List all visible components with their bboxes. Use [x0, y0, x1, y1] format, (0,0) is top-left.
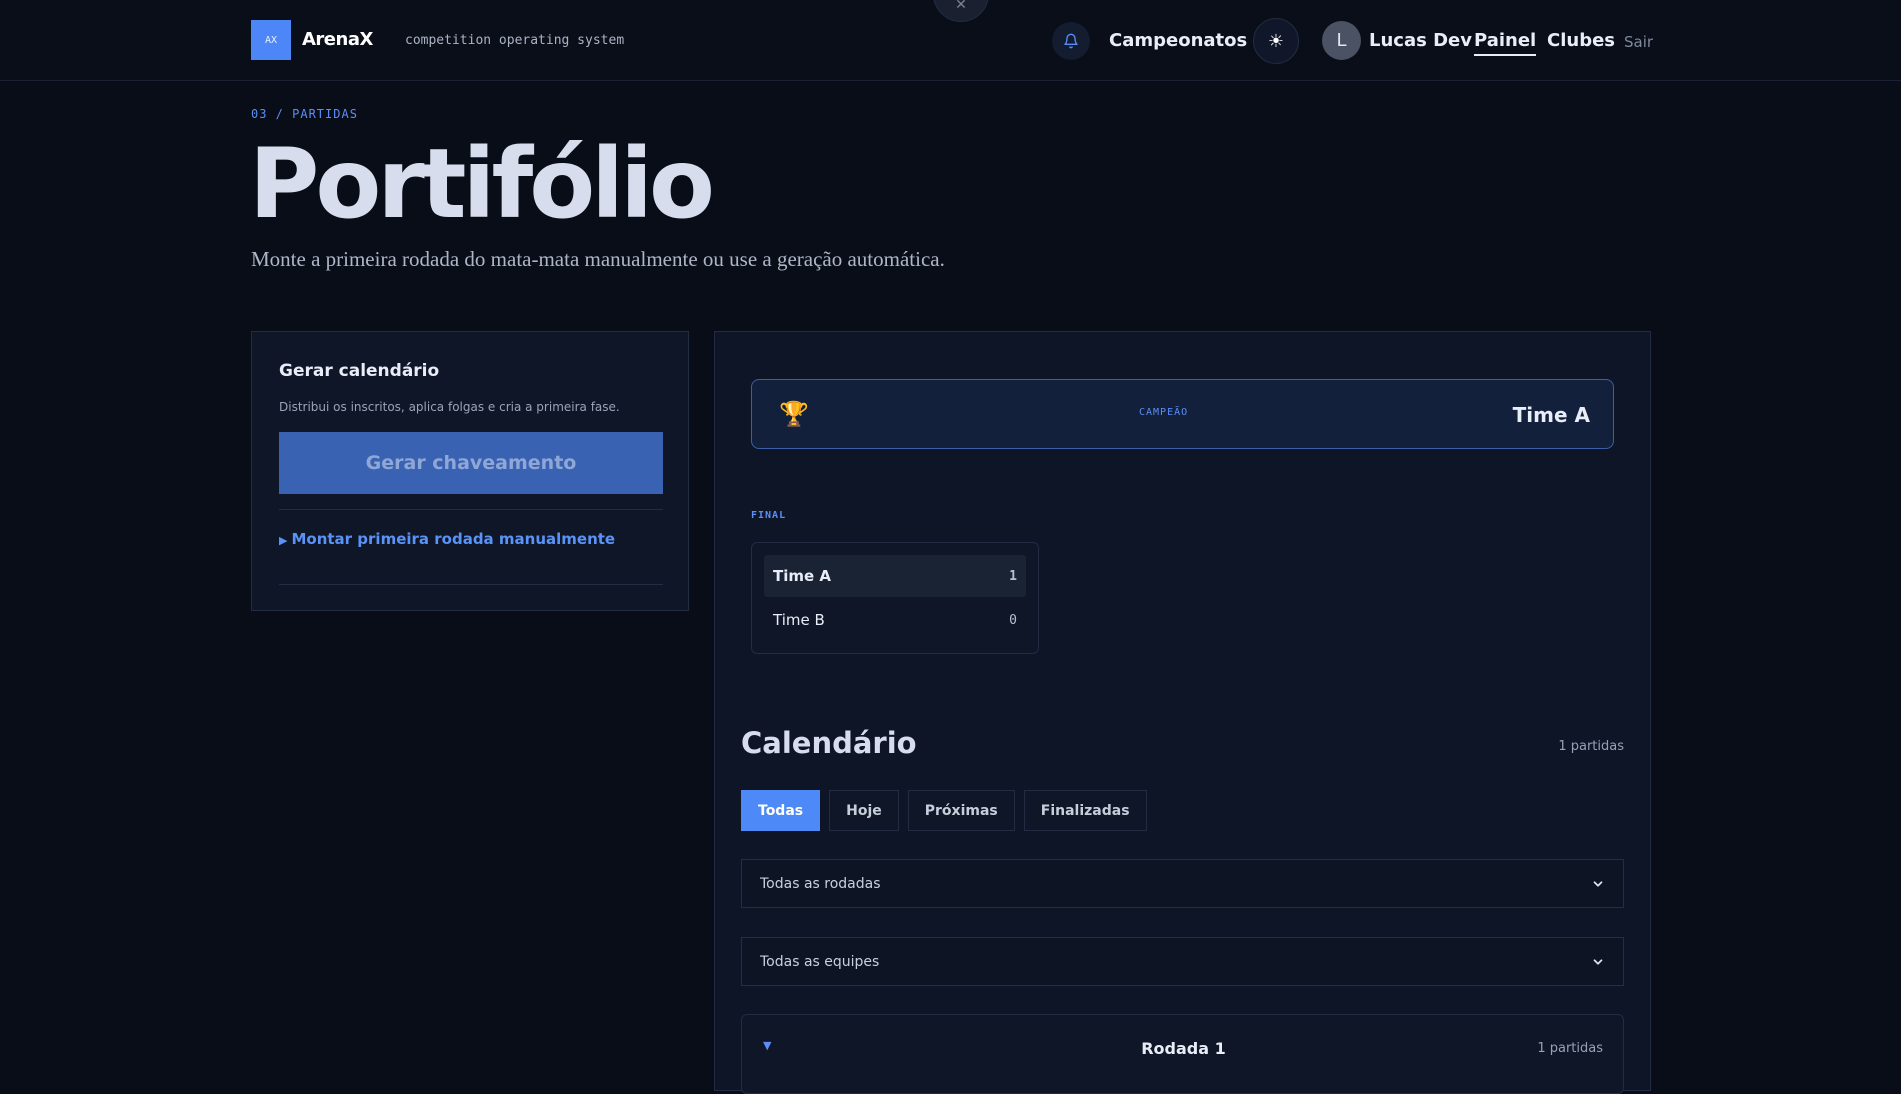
filter-todas[interactable]: Todas — [741, 790, 821, 831]
team-select-value: Todas as equipes — [760, 953, 880, 970]
manual-round-toggle[interactable]: ▶ Montar primeira rodada manualmente — [279, 530, 615, 548]
final-stage-label: FINAL — [751, 510, 787, 521]
round-title: Rodada 1 — [1141, 1039, 1226, 1058]
round-match-count: 1 partidas — [1537, 1041, 1603, 1056]
top-bar: ✕ AX ArenaX competition operating system… — [0, 0, 1901, 81]
team-select[interactable]: Todas as equipes — [741, 937, 1624, 986]
match-team-row: Time A 1 — [764, 555, 1026, 597]
filter-proximas[interactable]: Próximas — [907, 790, 1015, 831]
round-select-value: Todas as rodadas — [760, 875, 881, 892]
logo[interactable]: AX — [251, 20, 291, 60]
notifications-button[interactable] — [1052, 22, 1090, 60]
team-score: 0 — [1009, 612, 1017, 628]
match-team-row: Time B 0 — [764, 599, 1026, 641]
trophy-icon: 🏆 — [779, 400, 809, 428]
champion-card: 🏆 CAMPEÃO Time A — [751, 379, 1614, 449]
generate-bracket-button[interactable]: Gerar chaveamento — [279, 432, 663, 494]
generate-calendar-panel: Gerar calendário Distribui os inscritos,… — [251, 331, 689, 611]
round-group[interactable]: ▼ Rodada 1 1 partidas — [741, 1014, 1624, 1094]
champion-name: Time A — [1512, 403, 1590, 427]
divider — [279, 584, 663, 585]
final-match-card[interactable]: Time A 1 Time B 0 — [751, 542, 1039, 654]
page-title: Portifólio — [249, 128, 715, 240]
breadcrumb: 03 / PARTIDAS — [251, 107, 358, 121]
filter-finalizadas[interactable]: Finalizadas — [1023, 790, 1147, 831]
calendar-filters: Todas Hoje Próximas Finalizadas — [741, 790, 1147, 831]
nav-clubes[interactable]: Clubes — [1547, 30, 1615, 51]
user-name[interactable]: Lucas Dev — [1369, 30, 1472, 51]
brand-tagline: competition operating system — [405, 33, 625, 48]
theme-toggle-button[interactable]: ☀ — [1253, 18, 1299, 64]
chevron-down-icon — [1593, 880, 1603, 887]
sun-icon: ☀ — [1267, 30, 1285, 52]
calendar-title: Calendário — [741, 726, 917, 760]
filter-hoje[interactable]: Hoje — [829, 790, 899, 831]
round-select[interactable]: Todas as rodadas — [741, 859, 1624, 908]
calendar-match-count: 1 partidas — [1558, 739, 1624, 754]
logout-link[interactable]: Sair — [1624, 33, 1653, 51]
manual-round-label: Montar primeira rodada manualmente — [291, 530, 616, 548]
champion-label: CAMPEÃO — [1139, 407, 1189, 418]
close-icon[interactable]: ✕ — [933, 0, 989, 22]
team-name: Time A — [773, 567, 832, 585]
team-name: Time B — [773, 611, 825, 629]
team-score: 1 — [1009, 568, 1017, 584]
generate-calendar-description: Distribui os inscritos, aplica folgas e … — [279, 400, 620, 414]
nav-painel[interactable]: Painel — [1474, 30, 1537, 56]
nav-campeonatos[interactable]: Campeonatos — [1109, 30, 1247, 51]
brand-name[interactable]: ArenaX — [302, 29, 373, 50]
page-subtitle: Monte a primeira rodada do mata-mata man… — [251, 247, 945, 271]
divider — [279, 509, 663, 510]
generate-calendar-title: Gerar calendário — [279, 361, 440, 381]
chevron-down-icon — [1593, 958, 1603, 965]
avatar[interactable]: L — [1322, 21, 1361, 60]
caret-right-icon: ▶ — [279, 534, 288, 547]
bell-icon — [1064, 33, 1078, 49]
bracket-calendar-panel: 🏆 CAMPEÃO Time A FINAL Time A 1 Time B 0… — [714, 331, 1651, 1094]
